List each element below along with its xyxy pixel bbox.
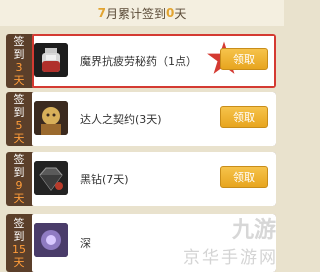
- item-icon: [34, 223, 68, 257]
- signin-day-label: 签 到 5 天: [13, 93, 25, 145]
- potion-icon: [34, 43, 68, 77]
- reward-row-day-5: 签 到 5 天 达人之契约(3天) 领取: [6, 92, 276, 146]
- reward-row-day-9: 签 到 9 天 黑钻(7天) 领取: [6, 152, 276, 206]
- signin-day-label: 签 到 3 天: [13, 35, 25, 87]
- reward-name: 黑钻(7天): [80, 173, 129, 186]
- portrait-icon: [34, 101, 68, 135]
- month-number: 7: [97, 6, 106, 20]
- claim-button[interactable]: 领取: [220, 166, 268, 188]
- monthly-signin-header: 7 月累计签到 0 天: [0, 0, 284, 26]
- claim-button[interactable]: 领取: [220, 106, 268, 128]
- header-text: 月累计签到: [105, 6, 166, 21]
- watermark-logo-text: 九游: [231, 218, 276, 243]
- reward-name: 魔界抗疲劳秘药（1点）: [80, 55, 197, 68]
- header-unit: 天: [174, 6, 187, 21]
- signin-count: 0: [166, 6, 175, 20]
- watermark: 九游 京华手游网: [166, 212, 278, 268]
- signin-day-label: 签 到 15 天: [12, 217, 26, 269]
- watermark-site-text: 京华手游网: [183, 248, 278, 268]
- reward-name: 深: [80, 237, 91, 250]
- claim-button[interactable]: 领取: [220, 48, 268, 70]
- reward-row-day-3: 签 到 3 天 魔界抗疲劳秘药（1点） 领取: [6, 34, 276, 88]
- black-diamond-icon: [34, 161, 68, 195]
- reward-name: 达人之契约(3天): [80, 113, 162, 126]
- signin-day-label: 签 到 9 天: [13, 153, 25, 205]
